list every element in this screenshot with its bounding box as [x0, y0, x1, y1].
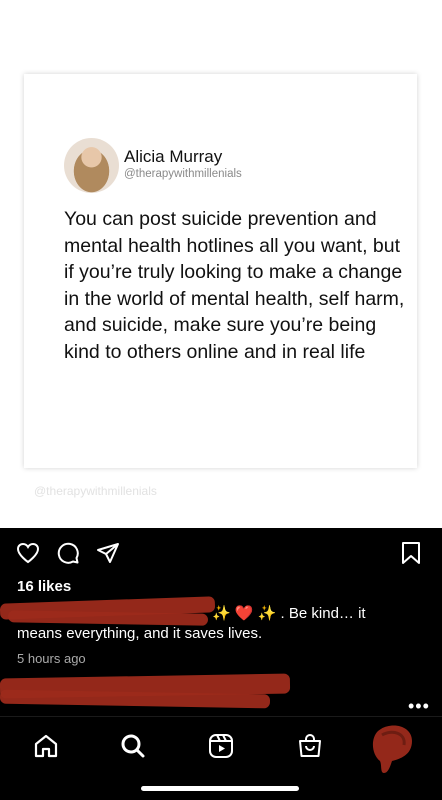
home-indicator	[141, 786, 299, 791]
sparkle-heart-emoji: ✨ ❤️ ✨	[212, 605, 277, 622]
home-icon[interactable]	[33, 733, 59, 759]
profile-avatar[interactable]	[368, 721, 418, 777]
more-options-icon[interactable]: •••	[408, 696, 430, 717]
post-image[interactable]: Alicia Murray @therapywithmillenials You…	[0, 0, 442, 528]
like-heart-icon[interactable]	[16, 542, 40, 564]
redacted-scribble	[7, 610, 209, 626]
caption-line1: ✨ ❤️ ✨ . Be kind… it	[212, 604, 366, 622]
author-avatar	[64, 138, 119, 193]
watermark: @therapywithmillenials	[34, 484, 157, 498]
reels-icon[interactable]	[208, 733, 234, 759]
caption-text-1: . Be kind… it	[280, 605, 366, 622]
comment-icon[interactable]	[56, 541, 80, 565]
bookmark-icon[interactable]	[400, 541, 422, 565]
author-handle: @therapywithmillenials	[124, 168, 242, 180]
quote-card: Alicia Murray @therapywithmillenials You…	[24, 74, 417, 468]
author-name: Alicia Murray	[124, 147, 223, 166]
shop-icon[interactable]	[297, 733, 323, 759]
search-icon[interactable]	[120, 733, 146, 759]
caption-line2: means everything, and it saves lives.	[17, 625, 263, 642]
share-icon[interactable]	[96, 541, 120, 565]
post-details: 16 likes ✨ ❤️ ✨ . Be kind… it means ever…	[0, 528, 442, 800]
likes-count[interactable]: 16 likes	[17, 578, 71, 595]
quote-text: You can post suicide prevention and ment…	[64, 208, 405, 363]
post-timestamp: 5 hours ago	[17, 651, 86, 666]
